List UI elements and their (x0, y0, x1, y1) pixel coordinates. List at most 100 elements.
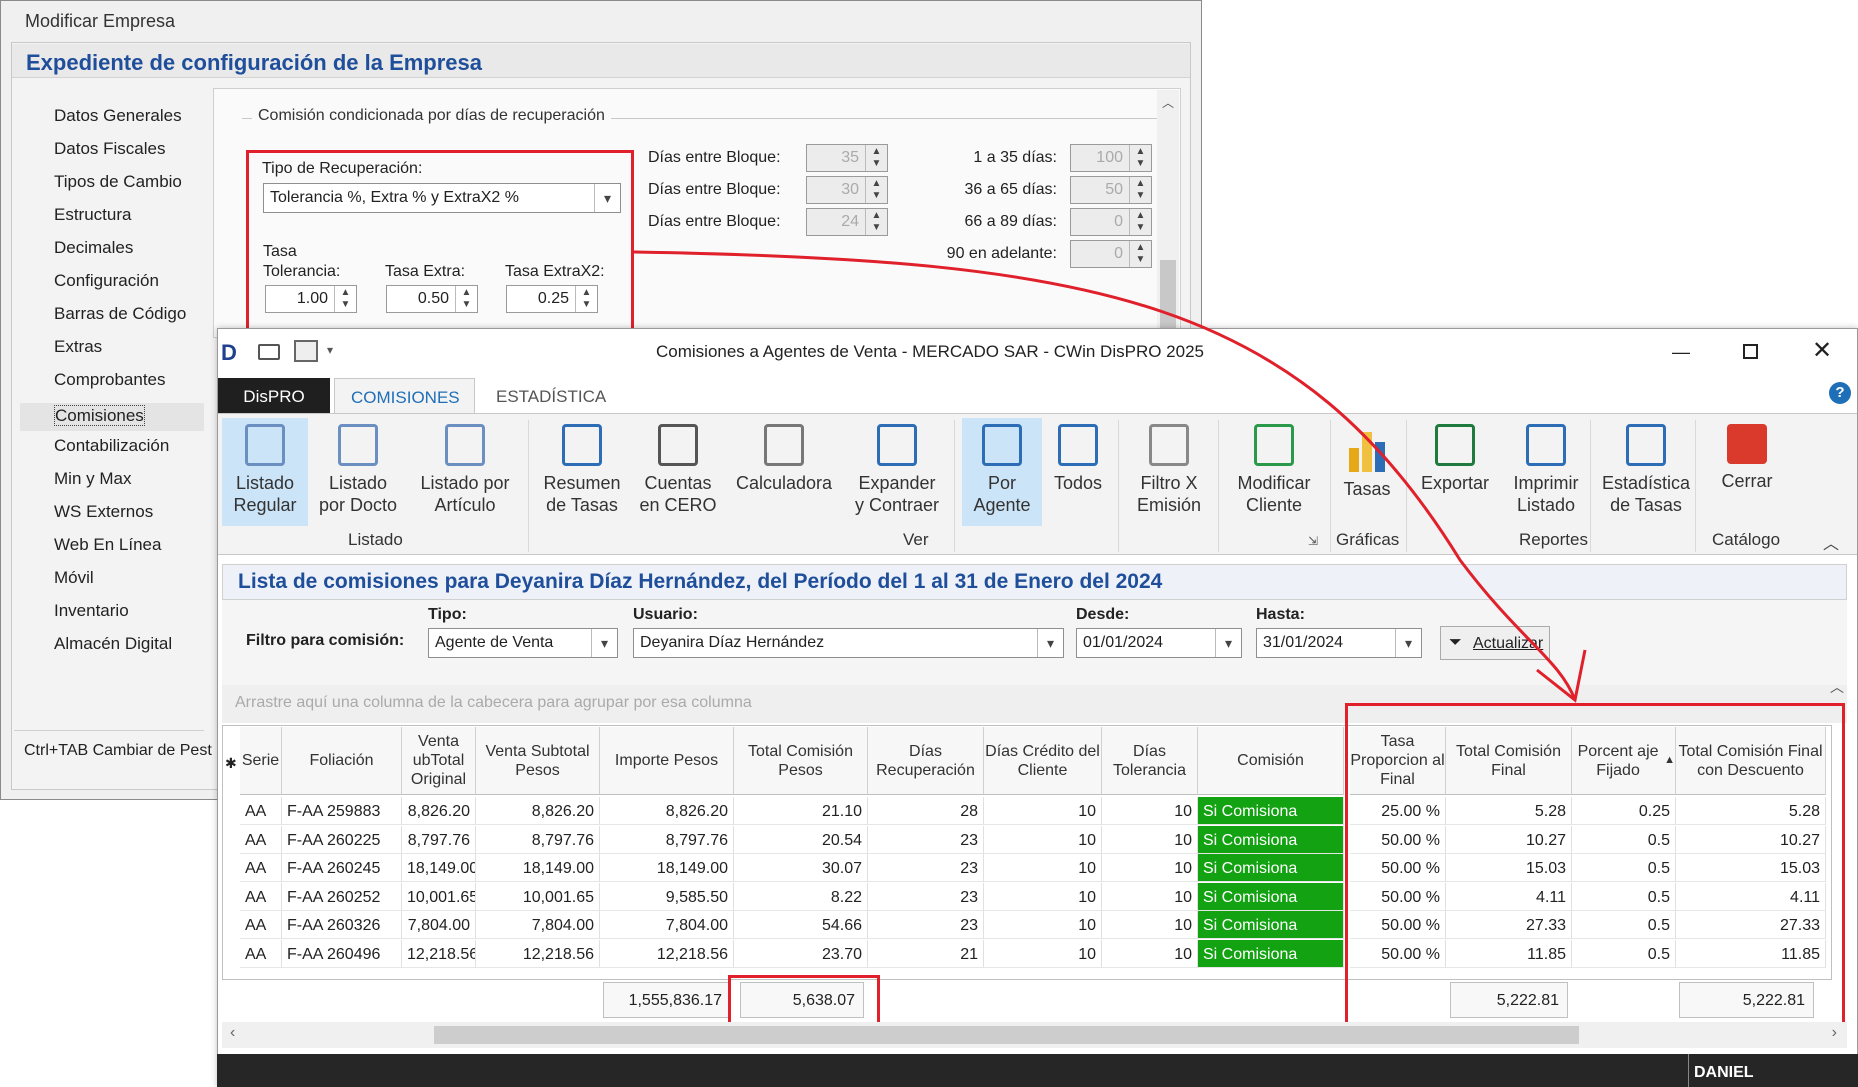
rango-spinner[interactable]: 0 ▲ ▼ (1070, 208, 1152, 236)
table-cell[interactable]: 10 (1102, 939, 1198, 968)
ribbon-button[interactable]: Listado por Artículo (410, 418, 520, 526)
tipo-select[interactable]: Agente de Venta ▾ (428, 628, 618, 658)
table-cell[interactable]: 23 (868, 911, 984, 939)
column-header[interactable]: Venta ubTotal Original (402, 727, 476, 795)
nav-item[interactable]: Comprobantes (54, 370, 166, 390)
nav-item[interactable]: Inventario (54, 601, 129, 621)
table-cell[interactable]: 8,826.20 (476, 797, 600, 825)
table-cell[interactable]: 10 (1102, 882, 1198, 911)
ribbon-button[interactable]: Resumen de Tasas (540, 418, 624, 526)
table-cell[interactable]: F-AA 260326 (282, 911, 402, 939)
rango-spinner[interactable]: 100 ▲ ▼ (1070, 144, 1152, 172)
table-cell[interactable]: 10 (984, 797, 1102, 825)
table-cell[interactable]: 30.07 (734, 854, 868, 882)
minimize-icon[interactable]: — (1672, 342, 1690, 363)
usuario-select[interactable]: Deyanira Díaz Hernández ▾ (633, 628, 1064, 658)
spin-arrows-icon[interactable]: ▲ ▼ (1129, 145, 1151, 171)
bloque-spinner[interactable]: 30 ▲ ▼ (806, 176, 888, 204)
nav-item[interactable]: Comisiones (20, 403, 204, 431)
table-cell[interactable]: 20.54 (734, 825, 868, 854)
table-cell[interactable]: 8,826.20 (600, 797, 734, 825)
ribbon-button[interactable]: Tasas (1340, 418, 1394, 526)
table-cell[interactable]: 10 (984, 911, 1102, 939)
nav-item[interactable]: Tipos de Cambio (54, 172, 182, 192)
table-cell[interactable]: 10 (1102, 797, 1198, 825)
table-cell[interactable]: AA (240, 797, 282, 825)
table-cell[interactable]: 12,218.56 (600, 939, 734, 968)
table-cell[interactable]: Si Comisiona (1198, 825, 1344, 854)
table-cell[interactable]: 10,001.65 (402, 882, 476, 911)
nav-item[interactable]: Estructura (54, 205, 131, 225)
nav-item[interactable]: WS Externos (54, 502, 153, 522)
rango-spinner[interactable]: 50 ▲ ▼ (1070, 176, 1152, 204)
nav-item[interactable]: Decimales (54, 238, 133, 258)
nav-item[interactable]: Móvil (54, 568, 94, 588)
dialog-launcher-icon[interactable]: ⇲ (1308, 534, 1318, 548)
rango-spinner[interactable]: 0 ▲ ▼ (1070, 240, 1152, 268)
table-cell[interactable]: 18,149.00 (600, 854, 734, 882)
desde-date[interactable]: 01/01/2024 ▾ (1076, 628, 1242, 658)
table-cell[interactable]: Si Comisiona (1198, 911, 1344, 939)
column-header[interactable]: Importe Pesos (600, 727, 734, 795)
nav-item[interactable]: Web En Línea (54, 535, 161, 555)
ribbon-button[interactable]: Modificar Cliente (1228, 418, 1320, 526)
ribbon-button[interactable]: Listado por Docto (312, 418, 404, 526)
column-header[interactable]: Días Recuperación (868, 727, 984, 795)
table-cell[interactable]: 8,797.76 (476, 825, 600, 854)
chevron-down-icon[interactable]: ▾ (591, 629, 617, 657)
chevron-down-icon[interactable]: ▾ (1395, 629, 1421, 657)
table-cell[interactable]: 10 (984, 854, 1102, 882)
ribbon-button[interactable]: Expander y Contraer (848, 418, 946, 526)
table-cell[interactable]: Si Comisiona (1198, 854, 1344, 882)
table-cell[interactable]: Si Comisiona (1198, 797, 1344, 825)
table-cell[interactable]: 8,797.76 (600, 825, 734, 854)
table-cell[interactable]: 21 (868, 939, 984, 968)
column-header[interactable]: Días Tolerancia (1102, 727, 1198, 795)
scroll-right-icon[interactable]: › (1832, 1024, 1837, 1042)
table-cell[interactable]: AA (240, 939, 282, 968)
tab-comisiones[interactable]: COMISIONES (334, 378, 475, 413)
column-header[interactable]: Foliación (282, 727, 402, 795)
table-cell[interactable]: 7,804.00 (600, 911, 734, 939)
table-cell[interactable]: 18,149.00 (402, 854, 476, 882)
help-icon[interactable]: ? (1829, 382, 1851, 404)
table-cell[interactable]: AA (240, 911, 282, 939)
table-cell[interactable]: 7,804.00 (476, 911, 600, 939)
table-cell[interactable]: 10,001.65 (476, 882, 600, 911)
bloque-spinner[interactable]: 35 ▲ ▼ (806, 144, 888, 172)
ribbon-button[interactable]: Calculadora (732, 418, 836, 526)
table-cell[interactable]: 10 (1102, 854, 1198, 882)
nav-item[interactable]: Almacén Digital (54, 634, 172, 654)
table-cell[interactable]: 10 (984, 939, 1102, 968)
chevron-down-icon[interactable]: ▾ (1037, 629, 1063, 657)
clipboard-icon[interactable] (294, 340, 318, 362)
ribbon-button[interactable]: Todos (1048, 418, 1108, 526)
table-cell[interactable]: 23 (868, 825, 984, 854)
actualizar-button[interactable]: ⏷ Actualizar (1440, 626, 1550, 660)
collapse-ribbon-icon[interactable]: ︿ (1823, 530, 1839, 554)
spin-arrows-icon[interactable]: ▲ ▼ (865, 177, 887, 203)
table-cell[interactable]: 23.70 (734, 939, 868, 968)
ribbon-button[interactable]: Cuentas en CERO (636, 418, 720, 526)
table-cell[interactable]: 8.22 (734, 882, 868, 911)
tab-estadistica[interactable]: ESTADÍSTICA (480, 378, 622, 413)
maximize-icon[interactable] (1743, 344, 1758, 359)
table-cell[interactable]: Si Comisiona (1198, 939, 1344, 968)
table-cell[interactable]: 12,218.56 (476, 939, 600, 968)
column-header[interactable]: Comisión (1198, 727, 1344, 795)
spin-arrows-icon[interactable]: ▲ ▼ (1129, 177, 1151, 203)
column-header[interactable]: Venta Subtotal Pesos (476, 727, 600, 795)
scroll-left-icon[interactable]: ‹ (230, 1024, 235, 1042)
column-header[interactable]: Total Comisión Pesos (734, 727, 868, 795)
hscroll-thumb[interactable] (434, 1026, 1579, 1044)
table-cell[interactable]: 7,804.00 (402, 911, 476, 939)
form-icon[interactable] (258, 344, 280, 360)
spin-arrows-icon[interactable]: ▲ ▼ (865, 209, 887, 235)
ribbon-button[interactable]: Estadística de Tasas (1597, 418, 1695, 526)
spin-arrows-icon[interactable]: ▲ ▼ (1129, 241, 1151, 267)
table-cell[interactable]: 9,585.50 (600, 882, 734, 911)
scroll-up-icon[interactable]: ︿ (1157, 90, 1179, 111)
table-cell[interactable]: F-AA 260496 (282, 939, 402, 968)
ribbon-button[interactable]: Exportar (1414, 418, 1496, 526)
table-cell[interactable]: AA (240, 825, 282, 854)
